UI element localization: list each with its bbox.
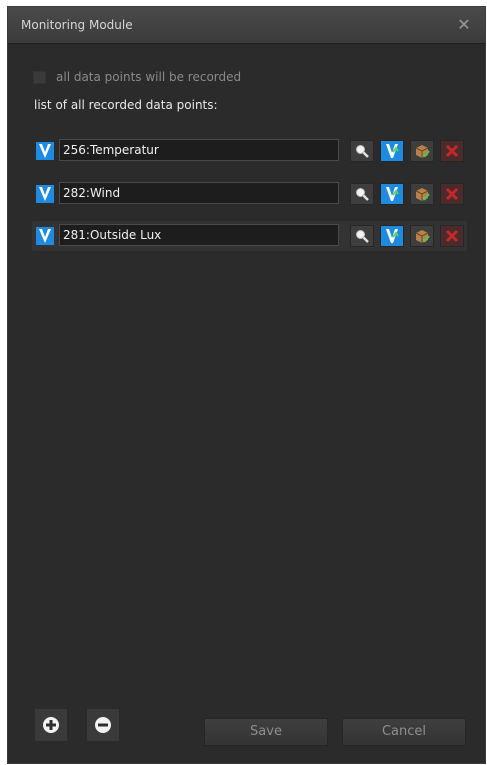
record-all-option[interactable]: all data points will be recorded	[33, 69, 241, 85]
chart-icon[interactable]	[380, 225, 404, 247]
title-bar: Monitoring Module ✕	[8, 7, 485, 44]
delete-icon[interactable]	[440, 225, 464, 247]
save-button[interactable]: Save	[204, 718, 328, 746]
package-icon[interactable]	[410, 183, 434, 205]
plus-circle-icon	[35, 716, 67, 734]
monitoring-module-dialog: Monitoring Module ✕ all data points will…	[7, 6, 486, 764]
data-point-row: 256:Temperatur	[32, 136, 467, 166]
dialog-title: Monitoring Module	[21, 18, 133, 32]
remove-data-point-button[interactable]	[86, 708, 120, 742]
magnifier-icon[interactable]	[350, 183, 374, 205]
chart-icon[interactable]	[380, 183, 404, 205]
cancel-button[interactable]: Cancel	[342, 718, 466, 746]
v-icon	[36, 142, 54, 160]
data-point-row: 282:Wind	[32, 179, 467, 209]
data-point-field[interactable]: 282:Wind	[59, 182, 339, 204]
close-icon[interactable]: ✕	[455, 15, 473, 35]
v-icon	[36, 185, 54, 203]
record-all-label: all data points will be recorded	[56, 70, 242, 84]
list-label: list of all recorded data points:	[34, 98, 218, 112]
minus-circle-icon	[87, 716, 119, 734]
magnifier-icon[interactable]	[350, 225, 374, 247]
chart-icon[interactable]	[380, 140, 404, 162]
data-point-field[interactable]: 256:Temperatur	[59, 139, 339, 161]
delete-icon[interactable]	[440, 183, 464, 205]
package-icon[interactable]	[410, 140, 434, 162]
magnifier-icon[interactable]	[350, 140, 374, 162]
package-icon[interactable]	[410, 225, 434, 247]
v-icon	[36, 227, 54, 245]
data-point-field[interactable]: 281:Outside Lux	[59, 224, 339, 246]
delete-icon[interactable]	[440, 140, 464, 162]
add-data-point-button[interactable]	[34, 708, 68, 742]
data-point-row: 281:Outside Lux	[32, 221, 467, 251]
record-all-checkbox[interactable]	[33, 70, 46, 84]
